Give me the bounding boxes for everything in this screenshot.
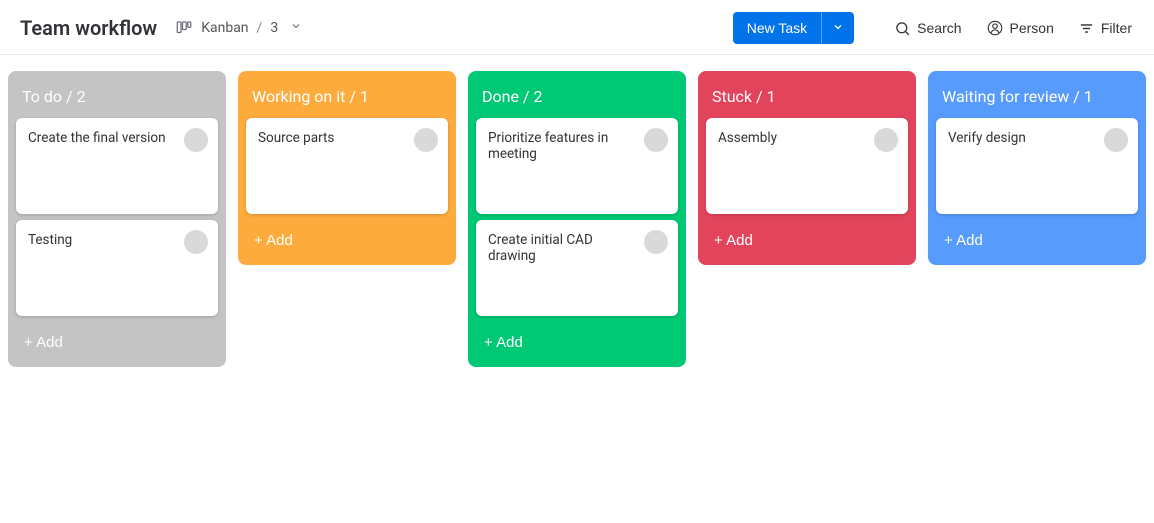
app-header: Team workflow Kanban / 3 New Task: [0, 0, 1154, 55]
new-task-button[interactable]: New Task: [733, 12, 821, 44]
assignee-avatar[interactable]: [184, 128, 208, 152]
new-task-dropdown[interactable]: [821, 12, 854, 44]
kanban-icon: [175, 19, 193, 37]
task-title: Verify design: [948, 130, 1126, 146]
search-icon: [894, 20, 911, 37]
add-task-button[interactable]: + Add: [936, 220, 1138, 261]
task-title: Testing: [28, 232, 206, 248]
column-count: 2: [77, 87, 86, 106]
column-header[interactable]: Stuck / 1: [706, 81, 908, 118]
add-task-button[interactable]: + Add: [246, 220, 448, 261]
column-title: Stuck: [712, 87, 752, 106]
column-working: Working on it / 1 Source parts + Add: [238, 71, 456, 265]
column-waiting: Waiting for review / 1 Verify design + A…: [928, 71, 1146, 265]
task-card[interactable]: Testing: [16, 220, 218, 316]
task-card[interactable]: Create initial CAD drawing: [476, 220, 678, 316]
kanban-board: To do / 2 Create the final version Testi…: [0, 55, 1154, 391]
column-count: 1: [767, 87, 776, 106]
task-title: Prioritize features in meeting: [488, 130, 666, 162]
person-icon: [986, 19, 1004, 37]
task-title: Assembly: [718, 130, 896, 146]
column-title: Done: [482, 87, 519, 106]
column-done: Done / 2 Prioritize features in meeting …: [468, 71, 686, 367]
column-title: To do: [22, 87, 62, 106]
view-switcher[interactable]: Kanban / 3: [175, 19, 302, 37]
column-count: 1: [360, 87, 369, 106]
chevron-down-icon: [290, 20, 302, 36]
assignee-avatar[interactable]: [874, 128, 898, 152]
column-title: Waiting for review: [942, 87, 1069, 106]
task-card[interactable]: Verify design: [936, 118, 1138, 214]
task-card[interactable]: Source parts: [246, 118, 448, 214]
assignee-avatar[interactable]: [644, 128, 668, 152]
task-title: Source parts: [258, 130, 436, 146]
task-card[interactable]: Create the final version: [16, 118, 218, 214]
search-label: Search: [917, 20, 961, 36]
task-card[interactable]: Prioritize features in meeting: [476, 118, 678, 214]
search-button[interactable]: Search: [892, 16, 963, 41]
assignee-avatar[interactable]: [644, 230, 668, 254]
assignee-avatar[interactable]: [1104, 128, 1128, 152]
view-label: Kanban: [201, 20, 248, 36]
column-stuck: Stuck / 1 Assembly + Add: [698, 71, 916, 265]
new-task-group: New Task: [733, 12, 854, 44]
filter-label: Filter: [1101, 20, 1132, 36]
add-task-button[interactable]: + Add: [706, 220, 908, 261]
filter-button[interactable]: Filter: [1076, 16, 1134, 41]
column-header[interactable]: Working on it / 1: [246, 81, 448, 118]
column-count: 1: [1084, 87, 1093, 106]
column-todo: To do / 2 Create the final version Testi…: [8, 71, 226, 367]
add-task-button[interactable]: + Add: [476, 322, 678, 363]
assignee-avatar[interactable]: [414, 128, 438, 152]
add-task-button[interactable]: + Add: [16, 322, 218, 363]
person-label: Person: [1010, 20, 1054, 36]
task-title: Create initial CAD drawing: [488, 232, 666, 264]
column-title: Working on it: [252, 87, 345, 106]
column-header[interactable]: To do / 2: [16, 81, 218, 118]
filter-icon: [1078, 20, 1095, 37]
column-count: 2: [534, 87, 543, 106]
chevron-down-icon: [832, 21, 844, 36]
view-count: 3: [270, 20, 278, 36]
task-title: Create the final version: [28, 130, 206, 146]
column-header[interactable]: Done / 2: [476, 81, 678, 118]
task-card[interactable]: Assembly: [706, 118, 908, 214]
view-sep: /: [257, 20, 263, 36]
assignee-avatar[interactable]: [184, 230, 208, 254]
column-header[interactable]: Waiting for review / 1: [936, 81, 1138, 118]
person-filter-button[interactable]: Person: [984, 15, 1056, 41]
board-title: Team workflow: [20, 16, 157, 40]
